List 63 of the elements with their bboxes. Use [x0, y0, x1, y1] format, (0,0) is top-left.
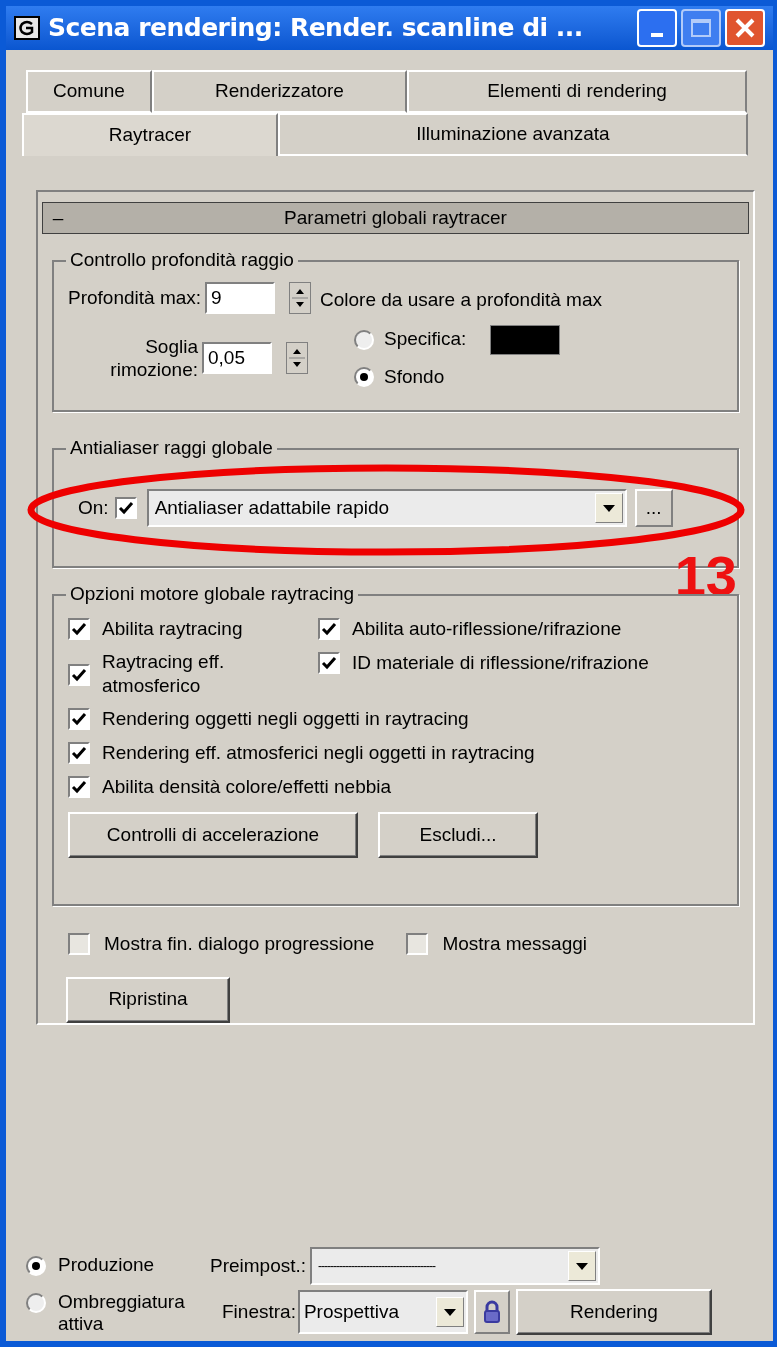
radio-label: Produzione	[58, 1254, 155, 1276]
checkbox[interactable]	[68, 664, 90, 686]
tab[interactable]: Raytracer	[22, 113, 278, 156]
minimize-button[interactable]	[637, 9, 677, 47]
radio-button[interactable]	[354, 366, 374, 387]
button[interactable]: Escludi...	[378, 812, 538, 858]
annotation-number: 13	[674, 548, 737, 604]
close-button[interactable]	[725, 9, 765, 47]
checkbox[interactable]	[318, 652, 340, 674]
checkbox-label: Rendering oggetti negli oggetti in raytracing	[102, 707, 469, 731]
field-label: Profondità max:	[68, 286, 202, 310]
lock-button[interactable]	[473, 1290, 510, 1334]
checkbox-label: Rendering eff. atmosferici negli oggetti in raytracing	[102, 741, 535, 765]
radio-label: Specifica:	[384, 327, 467, 352]
color-swatch[interactable]	[490, 324, 561, 355]
caret-icon	[602, 504, 615, 512]
more-button[interactable]: ...	[634, 489, 673, 527]
preset-dropdown[interactable]: ---------------------------------------	[310, 1247, 601, 1285]
spinner-arrows[interactable]	[289, 282, 312, 315]
checkbox[interactable]	[68, 742, 90, 764]
checkbox[interactable]	[114, 497, 137, 519]
checkbox[interactable]	[68, 776, 90, 798]
checkbox-label: Raytracing eff. atmosferico	[102, 650, 226, 698]
checkbox[interactable]	[68, 933, 90, 956]
checkbox-label: Mostra fin. dialogo progressione	[104, 932, 375, 956]
tab[interactable]: Elementi di rendering	[407, 70, 747, 113]
viewport-dropdown[interactable]: Prospettiva	[297, 1290, 468, 1334]
spinner-arrows[interactable]	[286, 341, 308, 374]
button[interactable]: Rendering	[515, 1289, 712, 1335]
close-icon	[734, 17, 756, 39]
caret-icon	[576, 1262, 589, 1270]
window-title: Scena rendering: Render. scanline di ...	[48, 12, 583, 45]
antialiaser-dropdown[interactable]: Antialiaser adattabile rapido	[146, 489, 627, 527]
caret-icon	[443, 1308, 456, 1316]
checkbox-label: Mostra messaggi	[442, 932, 588, 956]
tab[interactable]: Comune	[26, 70, 152, 113]
radio-button[interactable]	[26, 1293, 46, 1313]
field-label: Colore da usare a profondità max	[319, 288, 603, 312]
radio-label: Ombreggiatura attiva	[58, 1291, 186, 1335]
field-label: Preimpost.:	[210, 1253, 307, 1278]
checkbox-label: On:	[78, 495, 109, 520]
radio-button[interactable]	[26, 1256, 46, 1276]
checkbox[interactable]	[68, 708, 90, 730]
checkbox-label: Abilita raytracing	[102, 617, 243, 641]
button[interactable]: Ripristina	[66, 976, 230, 1023]
checkbox[interactable]	[68, 618, 90, 640]
lock-icon	[482, 1300, 501, 1324]
field-label: Finestra:	[222, 1299, 296, 1324]
checkbox-label: ID materiale di riflessione/rifrazione	[352, 651, 649, 675]
radio-button[interactable]	[354, 329, 374, 350]
field-label: Soglia rimozione:	[109, 334, 198, 381]
checkbox[interactable]	[318, 618, 340, 640]
checkbox-label: Abilita densità colore/effetti nebbia	[102, 775, 392, 799]
tab[interactable]: Illuminazione avanzata	[278, 113, 748, 156]
app-icon	[14, 16, 40, 40]
radio-label: Sfondo	[384, 364, 445, 389]
rollout-header[interactable]: – Parametri globali raytracer	[42, 202, 749, 234]
tab[interactable]: Renderizzatore	[152, 70, 407, 113]
checkbox-label: Abilita auto-riflessione/rifrazione	[352, 617, 622, 641]
checkbox[interactable]	[406, 933, 429, 956]
threshold-field[interactable]: 0,05	[202, 341, 272, 374]
button[interactable]: Controlli di accelerazione	[68, 812, 358, 858]
depth-field[interactable]: 9	[205, 282, 276, 315]
